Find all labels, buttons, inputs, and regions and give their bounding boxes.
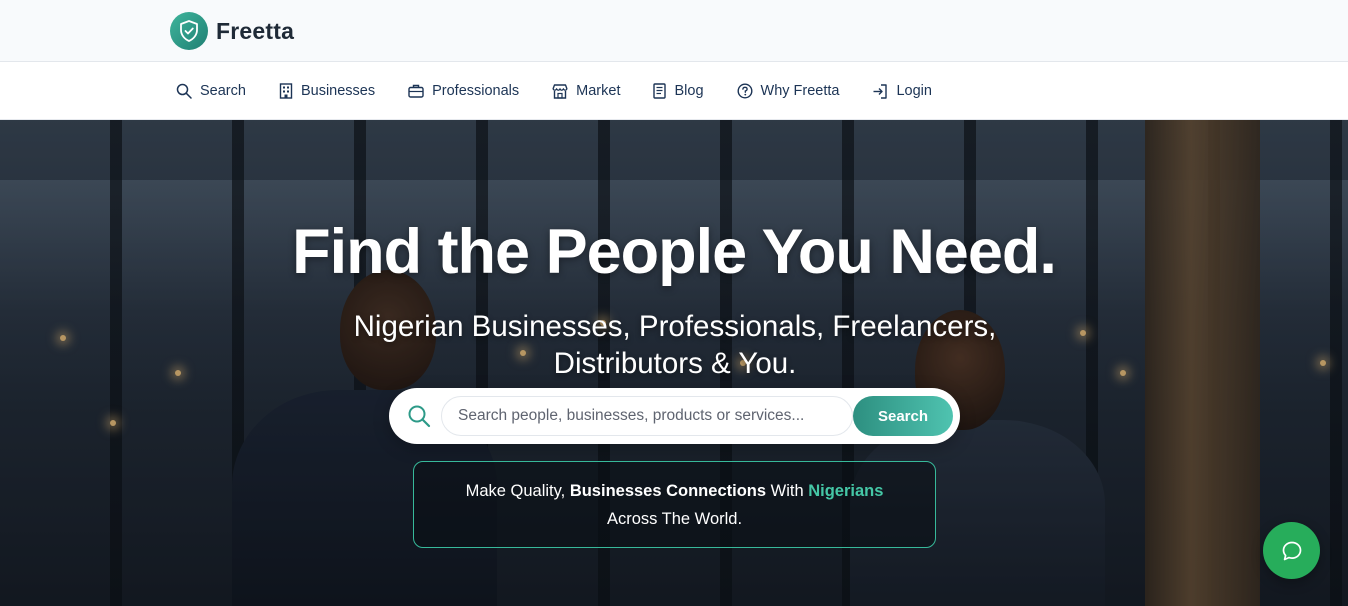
hero-search-bar: Search (389, 388, 960, 444)
nav-item-label: Why Freetta (760, 83, 840, 99)
header: Freetta (0, 0, 1348, 62)
search-icon (176, 83, 192, 99)
tagline-accent: Nigerians (808, 482, 884, 500)
chat-button[interactable] (1263, 522, 1320, 579)
chat-bubble-icon (1282, 541, 1301, 560)
brand[interactable]: Freetta (170, 12, 294, 50)
building-icon (279, 83, 293, 99)
nav-item-search[interactable]: Search (176, 83, 246, 99)
nav-item-login[interactable]: Login (872, 83, 932, 99)
store-icon (552, 83, 568, 99)
hero-tagline: Make Quality, Businesses Connections Wit… (413, 461, 936, 548)
hero-title: Find the People You Need. (292, 217, 1057, 287)
hero-section: Find the People You Need. Nigerian Busin… (0, 120, 1348, 606)
tagline-bold: Businesses Connections (569, 482, 767, 500)
nav-item-label: Blog (674, 83, 704, 99)
nav-item-businesses[interactable]: Businesses (279, 83, 375, 99)
main-nav: Search Businesses Professionals Market B… (0, 62, 1348, 120)
document-icon (653, 83, 667, 99)
hero-subtitle: Nigerian Businesses, Professionals, Free… (353, 310, 997, 380)
briefcase-icon (408, 84, 424, 98)
nav-item-label: Market (576, 83, 621, 99)
brand-name: Freetta (216, 17, 295, 44)
nav-item-blog[interactable]: Blog (653, 83, 704, 99)
nav-item-label: Search (200, 83, 246, 99)
help-circle-icon (737, 83, 753, 99)
nav-item-market[interactable]: Market (552, 83, 620, 99)
shield-check-icon (170, 12, 208, 50)
hero-search-button[interactable]: Search (853, 396, 953, 436)
nav-item-label: Professionals (432, 83, 520, 99)
nav-item-why-freetta[interactable]: Why Freetta (737, 83, 840, 99)
login-icon (873, 83, 888, 99)
search-icon (408, 405, 431, 428)
nav-item-professionals[interactable]: Professionals (408, 83, 519, 99)
nav-item-label: Businesses (300, 83, 376, 99)
nav-item-label: Login (896, 83, 932, 99)
hero-search-input[interactable] (441, 396, 853, 436)
